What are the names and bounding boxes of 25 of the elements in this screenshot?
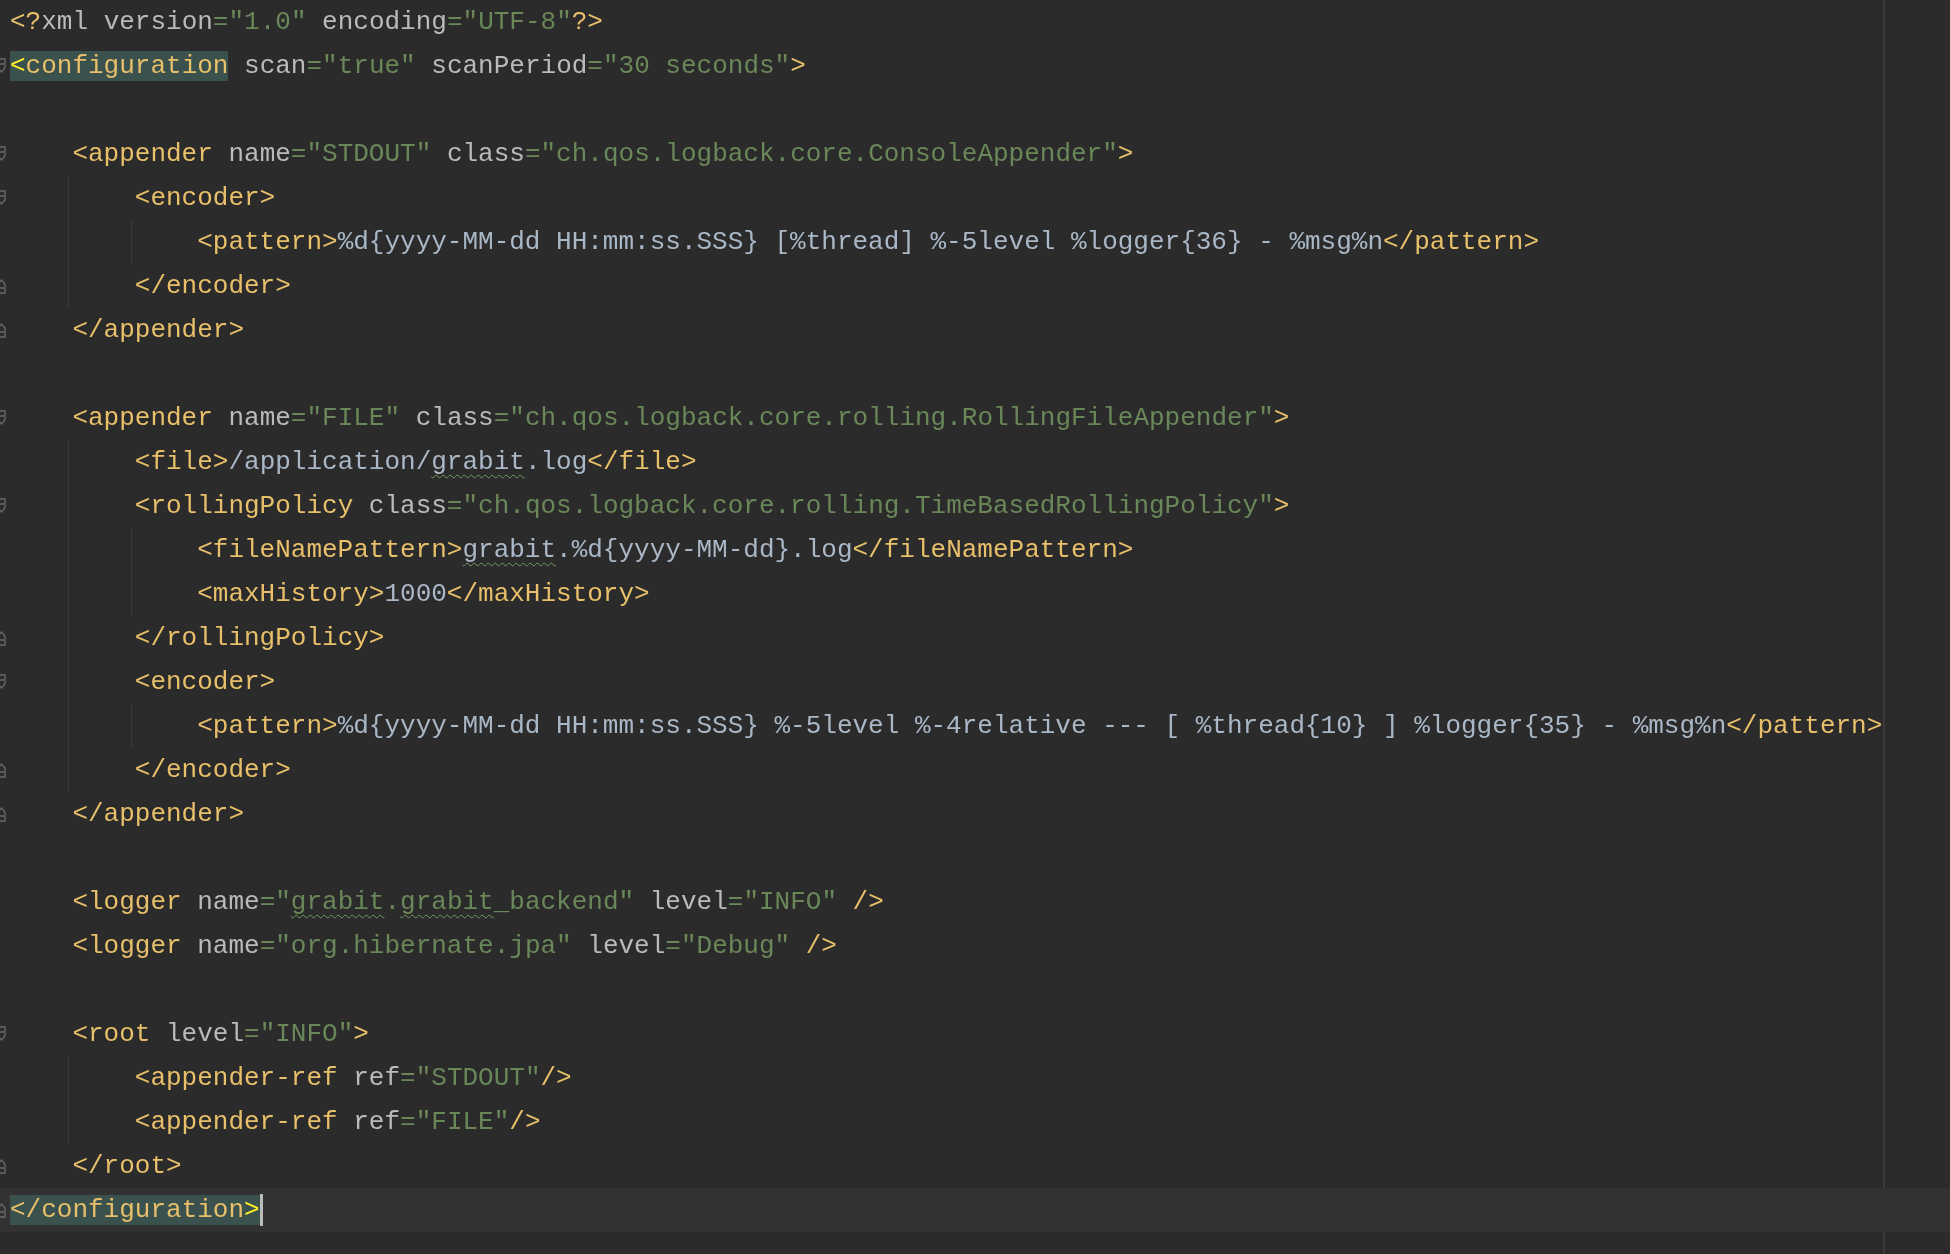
code-line: <appender name="STDOUT" class="ch.qos.logback.core.ConsoleAppender"> [72, 138, 1134, 171]
code-line: <appender-ref ref="STDOUT"/> [134, 1062, 572, 1095]
code-line: <maxHistory>1000</maxHistory> [197, 578, 650, 611]
code-line: </appender> [72, 314, 245, 347]
code-line: <file>/application/grabit.log</file> [134, 446, 697, 479]
code-line: <encoder> [134, 182, 276, 215]
code-line: <fileNamePattern>grabit.%d{yyyy-MM-dd}.log</fileNamePattern> [197, 534, 1134, 567]
text-cursor [259, 1194, 263, 1226]
code-line: <appender name="FILE" class="ch.qos.logback.core.rolling.RollingFileAppender"> [72, 402, 1290, 435]
code-line: <pattern>%d{yyyy-MM-dd HH:mm:ss.SSS} [%thread] %-5level %logger{36} - %msg%n</pattern> [197, 226, 1540, 259]
code-line: </configuration> [10, 1194, 260, 1227]
code-line: <rollingPolicy class="ch.qos.logback.core.rolling.TimeBasedRollingPolicy"> [134, 490, 1290, 523]
code-line: </encoder> [134, 754, 291, 787]
code-line: </rollingPolicy> [134, 622, 385, 655]
code-line: <appender-ref ref="FILE"/> [134, 1106, 541, 1139]
code-line: <logger name="org.hibernate.jpa" level="Debug" /> [72, 930, 837, 963]
code-line: </root> [72, 1150, 182, 1183]
code-line: <encoder> [134, 666, 276, 699]
code-line: <pattern>%d{yyyy-MM-dd HH:mm:ss.SSS} %-5level %-4relative --- [ %thread{10} ] %logger{35} - %msg%n</pattern> [197, 710, 1883, 743]
code-line: <logger name="grabit.grabit_backend" level="INFO" /> [72, 886, 884, 919]
code-line: </appender> [72, 798, 245, 831]
code-line: <configuration scan="true" scanPeriod="30 seconds"> [10, 50, 806, 83]
code-line: </encoder> [134, 270, 291, 303]
code-line: <?xml version="1.0" encoding="UTF-8"?> [10, 6, 603, 39]
code-line: <root level="INFO"> [72, 1018, 369, 1051]
